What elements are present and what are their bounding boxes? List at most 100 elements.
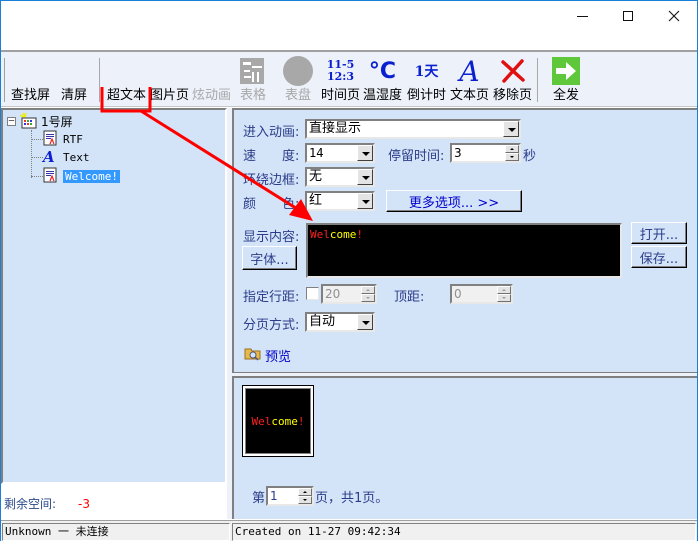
spin-down-icon[interactable] bbox=[361, 294, 375, 302]
tree-item-label: Welcome! bbox=[63, 169, 120, 183]
color-select[interactable]: 红 bbox=[305, 191, 375, 211]
status-created: Created on 11-27 09:42:34 bbox=[232, 523, 696, 541]
close-button[interactable] bbox=[651, 1, 697, 31]
stay-time-input[interactable]: 3 bbox=[450, 143, 521, 163]
chevron-down-icon[interactable] bbox=[357, 169, 373, 185]
maximize-icon bbox=[623, 11, 633, 21]
tree-item-label: RTF bbox=[63, 132, 83, 146]
send-all-button[interactable]: 全发 bbox=[550, 52, 582, 106]
remove-page-label: 移除页 bbox=[493, 88, 533, 103]
paging-select[interactable]: 自动 bbox=[305, 312, 375, 332]
top-margin-stepper[interactable] bbox=[497, 286, 511, 302]
seconds-unit: 秒 bbox=[523, 149, 537, 164]
temp-humidity-button[interactable]: °C 温湿度 bbox=[363, 52, 402, 106]
spin-down-icon[interactable] bbox=[497, 294, 511, 302]
line-spacing-checkbox[interactable] bbox=[306, 287, 319, 300]
tree-connector bbox=[31, 139, 43, 140]
text-page-button[interactable]: A 文本页 bbox=[450, 52, 489, 106]
toolbar-grip[interactable] bbox=[4, 58, 6, 102]
line-spacing-input[interactable]: 20 bbox=[321, 284, 377, 304]
pager-suffix: 页，共1页。 bbox=[315, 490, 389, 506]
animation-button[interactable]: 炫动画 bbox=[192, 52, 231, 106]
enter-animation-label: 进入动画: bbox=[243, 125, 300, 140]
page-number-input[interactable]: 1 bbox=[266, 486, 315, 506]
table-label: 表格 bbox=[239, 88, 266, 103]
top-margin-input[interactable]: 0 bbox=[450, 284, 513, 304]
spin-up-icon[interactable] bbox=[361, 286, 375, 294]
paging-label: 分页方式: bbox=[243, 318, 300, 333]
page-stepper[interactable] bbox=[298, 488, 313, 504]
dial-icon bbox=[282, 55, 314, 87]
chevron-down-icon[interactable] bbox=[357, 314, 373, 330]
stay-time-stepper[interactable] bbox=[505, 145, 519, 161]
folder-magnifier-icon bbox=[244, 346, 262, 365]
tree-item-text[interactable]: A Text bbox=[43, 148, 90, 166]
line-spacing-value: 20 bbox=[325, 287, 341, 301]
countdown-icon-text: 1天 bbox=[414, 64, 439, 80]
table-button[interactable]: 表格 bbox=[237, 52, 269, 106]
celsius-icon-text: °C bbox=[368, 58, 397, 84]
chevron-down-icon[interactable] bbox=[357, 145, 373, 161]
tree-collapse-toggle[interactable]: – bbox=[7, 116, 16, 126]
save-button[interactable]: 保存... bbox=[631, 246, 687, 268]
preview-link[interactable]: 预览 bbox=[244, 346, 291, 365]
spin-down-icon[interactable] bbox=[298, 496, 313, 504]
remove-page-button[interactable]: 移除页 bbox=[493, 52, 532, 106]
maximize-button[interactable] bbox=[605, 1, 651, 31]
clear-screen-button[interactable]: 清屏 bbox=[61, 52, 87, 106]
chevron-down-icon[interactable] bbox=[357, 193, 373, 209]
countdown-button[interactable]: 1天 倒计时 bbox=[407, 52, 446, 106]
remaining-space-value: -3 bbox=[78, 497, 91, 511]
more-options-button[interactable]: 更多选项... >> bbox=[386, 190, 522, 212]
find-screen-label: 查找屏 bbox=[11, 88, 51, 103]
border-select[interactable]: 无 bbox=[305, 167, 375, 187]
enter-animation-value: 直接显示 bbox=[309, 121, 362, 136]
open-button-label: 打开... bbox=[639, 227, 679, 243]
status-connection: Unknown 一 未连接 bbox=[2, 523, 230, 541]
tree-item-rtf[interactable]: RTF bbox=[43, 130, 83, 148]
rich-text-label: 超文本 bbox=[107, 88, 147, 103]
text-page-label: 文本页 bbox=[450, 88, 490, 103]
page-number-value: 1 bbox=[270, 489, 278, 503]
text-a-icon: A bbox=[43, 148, 55, 166]
tree-item-welcome[interactable]: Welcome! bbox=[43, 167, 120, 185]
chevron-down-icon[interactable] bbox=[503, 121, 519, 137]
preview-thumbnail[interactable]: Wel come! bbox=[242, 385, 314, 457]
spin-up-icon[interactable] bbox=[497, 286, 511, 294]
paging-value: 自动 bbox=[309, 314, 336, 329]
send-all-label: 全发 bbox=[552, 88, 579, 103]
content-label: 显示内容: bbox=[243, 230, 300, 245]
tree-root-label: 1号屏 bbox=[41, 114, 73, 129]
enter-animation-select[interactable]: 直接显示 bbox=[305, 119, 521, 139]
screen-tree-panel: – 1号屏 RTF A Text Welcome! bbox=[1, 108, 227, 484]
stay-time-value: 3 bbox=[454, 146, 462, 160]
spin-down-icon[interactable] bbox=[505, 153, 519, 161]
remaining-space-label: 剩余空间: bbox=[4, 497, 57, 511]
send-arrow-icon bbox=[550, 55, 582, 87]
toolbar-separator bbox=[99, 58, 100, 102]
top-margin-label: 顶距: bbox=[394, 290, 425, 305]
dial-button[interactable]: 表盘 bbox=[282, 52, 314, 106]
minimize-button[interactable] bbox=[559, 1, 605, 31]
preview-screen: Wel come! bbox=[245, 388, 311, 454]
spin-up-icon[interactable] bbox=[298, 488, 313, 496]
font-button[interactable]: 字体... bbox=[242, 246, 297, 270]
rich-text-button[interactable]: 超文本 bbox=[107, 52, 146, 106]
text-a-icon: A bbox=[454, 55, 486, 88]
speed-select[interactable]: 14 bbox=[305, 143, 375, 163]
open-button[interactable]: 打开... bbox=[631, 222, 687, 244]
tree-item-root[interactable]: – 1号屏 bbox=[7, 112, 73, 130]
content-editor[interactable]: Welcome! bbox=[306, 223, 622, 278]
content-text-red-end: ! bbox=[356, 228, 363, 241]
find-screen-button[interactable]: 查找屏 bbox=[11, 52, 50, 106]
celsius-icon: °C bbox=[367, 55, 399, 87]
border-label: 环绕边框: bbox=[243, 173, 300, 188]
time-page-button[interactable]: 11-5 12:3 时间页 bbox=[321, 52, 360, 106]
main-window: 查找屏 清屏 超文本 图片页 炫动画 表格 表盘 11-5 12:3 时间页 °… bbox=[0, 0, 698, 541]
spin-up-icon[interactable] bbox=[505, 145, 519, 153]
animation-label: 炫动画 bbox=[192, 88, 232, 103]
preview-text-red-end: ! bbox=[297, 414, 305, 428]
preview-link-label: 预览 bbox=[265, 350, 292, 365]
line-spacing-stepper[interactable] bbox=[361, 286, 375, 302]
image-page-button[interactable]: 图片页 bbox=[150, 52, 189, 106]
